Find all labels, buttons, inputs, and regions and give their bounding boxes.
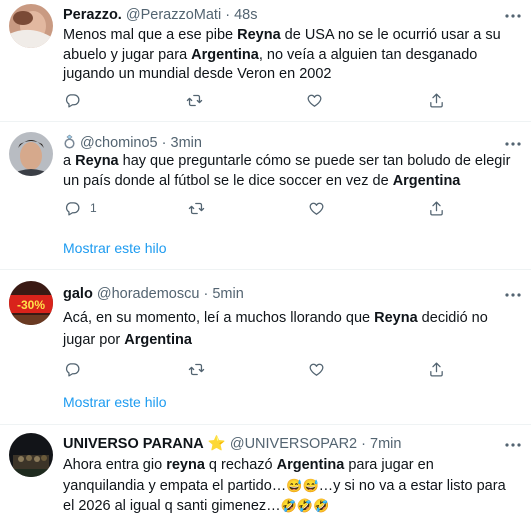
reply-icon — [65, 201, 80, 216]
star-emoji: ⭐ — [207, 436, 226, 452]
more-horizontal-icon[interactable] — [503, 134, 523, 154]
highlight-term: Argentina — [191, 46, 259, 63]
retweet-button[interactable] — [188, 358, 205, 380]
more-horizontal-icon[interactable] — [503, 285, 523, 305]
like-icon — [309, 202, 324, 215]
tweet-text: Menos mal que a ese pibe Reyna de USA no… — [63, 27, 501, 82]
avatar[interactable] — [9, 433, 53, 477]
like-button[interactable] — [306, 89, 323, 111]
reply-icon — [65, 93, 80, 108]
highlight-term: Argentina — [392, 172, 461, 189]
show-thread-link[interactable]: Mostrar este hilo — [63, 394, 166, 410]
like-icon — [309, 363, 324, 376]
tweet-1[interactable]: Perazzo. @PerazzoMati · 48s Menos mal qu… — [0, 0, 531, 122]
like-button[interactable] — [308, 358, 325, 380]
share-button[interactable] — [428, 358, 445, 380]
tweet-header: UNIVERSO PARANA ⭐ @UNIVERSOPAR2 · 7min — [63, 435, 495, 454]
tweet-text: Acá, en su momento, leí a muchos llorand… — [63, 310, 488, 348]
separator: · — [225, 7, 231, 23]
tweet-header: galo @horademoscu · 5min — [63, 285, 495, 304]
separator: · — [161, 135, 167, 151]
tweet-actions — [56, 358, 456, 380]
reply-button[interactable]: 1 — [64, 197, 97, 219]
highlight-term: Argentina — [276, 457, 345, 473]
tweet-actions — [56, 89, 456, 111]
timestamp[interactable]: 5min — [212, 286, 243, 302]
retweet-icon — [188, 363, 205, 375]
display-name[interactable]: Perazzo. — [63, 7, 122, 23]
highlight-term: Reyna — [75, 153, 119, 169]
rofl-emoji: 🤣🤣🤣 — [280, 498, 330, 513]
avatar[interactable] — [9, 132, 53, 176]
tweet-text: a Reyna hay que preguntarle cómo se pued… — [63, 153, 511, 189]
more-horizontal-icon[interactable] — [503, 6, 523, 26]
retweet-icon — [186, 94, 203, 106]
like-button[interactable] — [308, 197, 325, 219]
user-handle[interactable]: @chomino5 — [80, 135, 158, 151]
highlight-term: reyna — [166, 457, 205, 473]
timestamp[interactable]: 7min — [370, 436, 401, 452]
display-name[interactable]: galo — [63, 286, 93, 302]
share-button[interactable] — [428, 197, 445, 219]
tweet-text: Ahora entra gio reyna q rechazó Argentin… — [63, 457, 506, 514]
show-thread-link[interactable]: Mostrar este hilo — [63, 240, 166, 256]
share-button[interactable] — [428, 89, 445, 111]
retweet-button[interactable] — [188, 197, 205, 219]
retweet-button[interactable] — [186, 89, 203, 111]
more-horizontal-icon[interactable] — [503, 435, 523, 455]
highlight-term: Argentina — [124, 332, 192, 348]
tweet-actions: 1 — [56, 197, 456, 219]
avatar[interactable] — [9, 4, 53, 48]
reply-button[interactable] — [64, 358, 81, 380]
sweat-smile-emoji: 😅😅 — [286, 477, 319, 493]
timestamp[interactable]: 48s — [234, 7, 257, 23]
timestamp[interactable]: 3min — [171, 135, 202, 151]
reply-button[interactable] — [64, 89, 81, 111]
user-handle[interactable]: @PerazzoMati — [126, 7, 221, 23]
separator: · — [203, 286, 209, 302]
share-icon — [430, 92, 443, 108]
display-name[interactable]: UNIVERSO PARANA — [63, 436, 204, 452]
share-icon — [430, 361, 443, 377]
avatar[interactable]: -30% — [9, 281, 53, 325]
like-icon — [307, 94, 322, 107]
tweet-header: Perazzo. @PerazzoMati · 48s — [63, 6, 495, 25]
svg-text:-30%: -30% — [17, 298, 45, 312]
user-handle[interactable]: @horademoscu — [97, 286, 200, 302]
user-handle[interactable]: @UNIVERSOPAR2 — [230, 436, 357, 452]
retweet-icon — [188, 202, 205, 214]
tweet-3[interactable]: -30% galo @horademoscu · 5min Acá, en su… — [0, 270, 531, 425]
separator: · — [361, 436, 366, 452]
ring-icon — [63, 134, 80, 151]
highlight-term: Reyna — [374, 310, 418, 326]
tweet-header: @chomino5 · 3min — [63, 134, 495, 153]
tweet-4[interactable]: UNIVERSO PARANA ⭐ @UNIVERSOPAR2 · 7min A… — [0, 425, 531, 518]
reply-count: 1 — [90, 201, 97, 215]
highlight-term: Reyna — [237, 27, 281, 43]
reply-icon — [65, 362, 80, 377]
share-icon — [430, 200, 443, 216]
tweet-2[interactable]: @chomino5 · 3min a Reyna hay que pregunt… — [0, 122, 531, 270]
